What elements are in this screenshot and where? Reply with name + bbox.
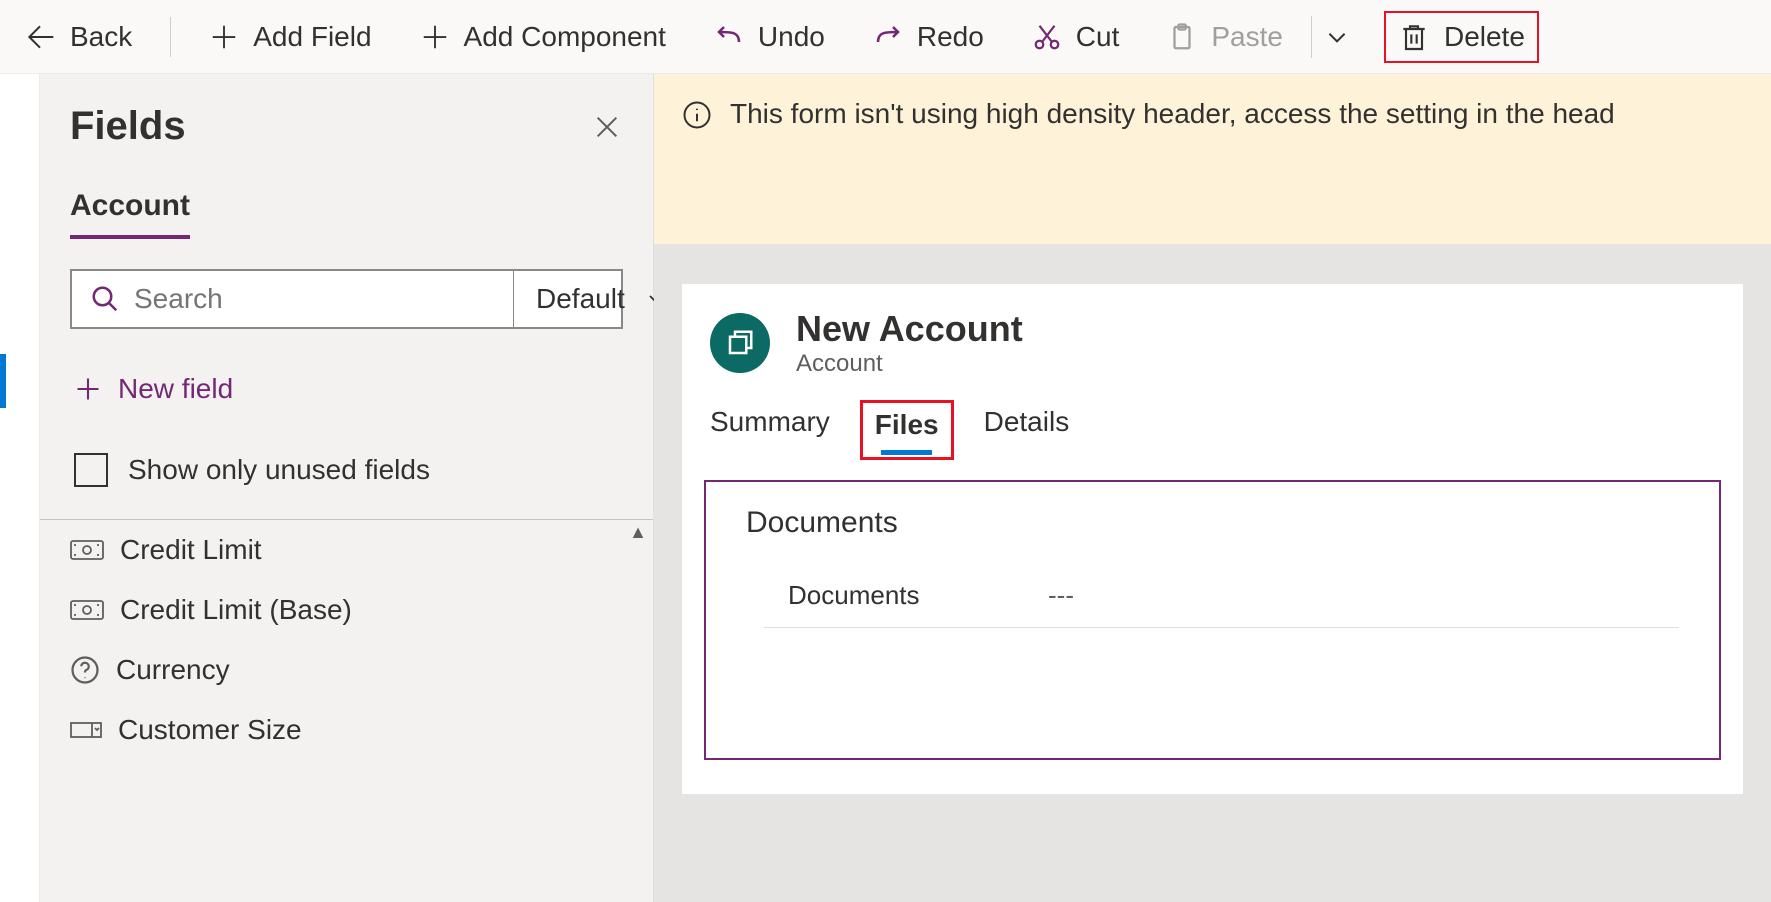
plus-icon bbox=[420, 22, 450, 52]
unused-fields-toggle[interactable]: Show only unused fields bbox=[70, 439, 623, 501]
info-icon bbox=[682, 100, 712, 130]
add-component-label: Add Component bbox=[464, 21, 666, 53]
form-preview: New Account Account Summary Files Detail… bbox=[682, 284, 1743, 794]
optionset-icon bbox=[70, 718, 102, 742]
delete-label: Delete bbox=[1444, 21, 1525, 53]
scissors-icon bbox=[1032, 22, 1062, 52]
trash-icon bbox=[1398, 21, 1430, 53]
add-field-label: Add Field bbox=[253, 21, 371, 53]
field-label: Currency bbox=[116, 654, 230, 686]
tab-details[interactable]: Details bbox=[984, 406, 1070, 450]
close-button[interactable] bbox=[591, 111, 623, 143]
close-icon bbox=[591, 111, 623, 143]
cut-button[interactable]: Cut bbox=[1018, 13, 1134, 61]
delete-button[interactable]: Delete bbox=[1396, 17, 1527, 57]
back-label: Back bbox=[70, 21, 132, 53]
redo-icon bbox=[873, 22, 903, 52]
search-icon bbox=[90, 284, 120, 314]
documents-label: Documents bbox=[788, 580, 1048, 611]
account-icon bbox=[725, 328, 755, 358]
new-field-button[interactable]: New field bbox=[70, 359, 623, 419]
checkbox-icon bbox=[74, 453, 108, 487]
left-rail bbox=[0, 74, 40, 902]
form-canvas: This form isn't using high density heade… bbox=[654, 74, 1771, 902]
arrow-left-icon bbox=[24, 21, 56, 53]
fields-title: Fields bbox=[70, 104, 186, 149]
undo-icon bbox=[714, 22, 744, 52]
field-label: Customer Size bbox=[118, 714, 302, 746]
entity-tab[interactable]: Account bbox=[70, 189, 190, 239]
documents-value: --- bbox=[1048, 580, 1074, 611]
documents-row: Documents --- bbox=[764, 564, 1679, 628]
chevron-down-icon bbox=[1324, 24, 1350, 50]
redo-label: Redo bbox=[917, 21, 984, 53]
tab-files-highlight: Files bbox=[860, 400, 954, 460]
redo-button[interactable]: Redo bbox=[859, 13, 998, 61]
cut-label: Cut bbox=[1076, 21, 1120, 53]
paste-button[interactable]: Paste bbox=[1153, 13, 1297, 61]
search-input[interactable] bbox=[134, 283, 495, 315]
add-field-button[interactable]: Add Field bbox=[195, 13, 385, 61]
currency-icon bbox=[70, 598, 104, 622]
banner-text: This form isn't using high density heade… bbox=[730, 98, 1615, 130]
unused-fields-label: Show only unused fields bbox=[128, 454, 430, 486]
tab-summary[interactable]: Summary bbox=[710, 406, 830, 450]
rail-active-indicator bbox=[0, 354, 6, 408]
form-title: New Account bbox=[796, 308, 1023, 350]
form-header: New Account Account bbox=[682, 284, 1743, 390]
plus-icon bbox=[209, 22, 239, 52]
tab-files[interactable]: Files bbox=[875, 409, 939, 453]
paste-dropdown[interactable] bbox=[1311, 16, 1364, 58]
field-label: Credit Limit (Base) bbox=[120, 594, 352, 626]
question-icon bbox=[70, 655, 100, 685]
search-row: Default bbox=[70, 269, 623, 329]
field-item[interactable]: Customer Size bbox=[40, 700, 653, 760]
back-button[interactable]: Back bbox=[10, 13, 146, 61]
info-banner: This form isn't using high density heade… bbox=[654, 74, 1771, 244]
paste-label: Paste bbox=[1211, 21, 1283, 53]
paste-icon bbox=[1167, 22, 1197, 52]
undo-button[interactable]: Undo bbox=[700, 13, 839, 61]
field-item[interactable]: Currency bbox=[40, 640, 653, 700]
entity-icon bbox=[710, 313, 770, 373]
main: Fields Account Default New field Show on… bbox=[0, 74, 1771, 902]
field-label: Credit Limit bbox=[120, 534, 262, 566]
section-title: Documents bbox=[746, 506, 1679, 540]
scroll-up-icon[interactable]: ▲ bbox=[629, 522, 647, 543]
form-subtitle: Account bbox=[796, 350, 1023, 378]
undo-label: Undo bbox=[758, 21, 825, 53]
fields-panel: Fields Account Default New field Show on… bbox=[40, 74, 654, 902]
field-item[interactable]: Credit Limit bbox=[40, 520, 653, 580]
field-item[interactable]: Credit Limit (Base) bbox=[40, 580, 653, 640]
delete-button-highlight: Delete bbox=[1384, 11, 1539, 63]
form-tabs: Summary Files Details bbox=[682, 390, 1743, 460]
documents-section[interactable]: Documents Documents --- bbox=[704, 480, 1721, 760]
search-box[interactable] bbox=[72, 271, 514, 327]
divider bbox=[170, 17, 171, 57]
toolbar: Back Add Field Add Component Undo Redo C… bbox=[0, 0, 1771, 74]
currency-icon bbox=[70, 538, 104, 562]
add-component-button[interactable]: Add Component bbox=[406, 13, 680, 61]
filter-label: Default bbox=[536, 283, 625, 315]
new-field-label: New field bbox=[118, 373, 233, 405]
field-list: ▲ Credit Limit Credit Limit (Base) Curre… bbox=[40, 519, 653, 902]
plus-icon bbox=[74, 375, 102, 403]
